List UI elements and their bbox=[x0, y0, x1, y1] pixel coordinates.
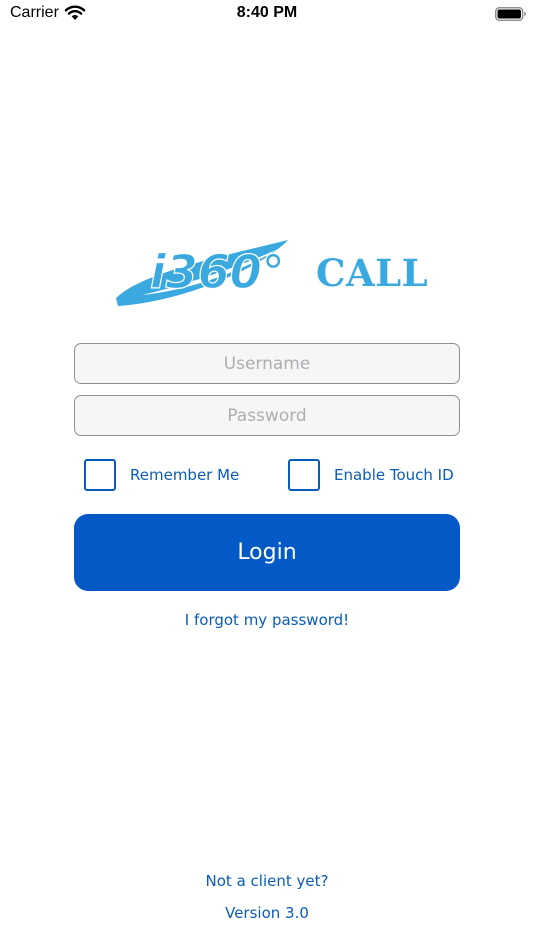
touch-id-label: Enable Touch ID bbox=[334, 466, 454, 484]
touch-id-checkbox[interactable] bbox=[288, 459, 320, 491]
remember-me-label: Remember Me bbox=[130, 466, 240, 484]
remember-me-checkbox[interactable] bbox=[84, 459, 116, 491]
not-a-client-link[interactable]: Not a client yet? bbox=[0, 872, 534, 890]
logo-title: CALL bbox=[316, 251, 429, 295]
remember-me-checkbox-row[interactable]: Remember Me bbox=[84, 457, 239, 493]
touch-id-checkbox-row[interactable]: Enable Touch ID bbox=[288, 457, 454, 493]
clock: 8:40 PM bbox=[236, 4, 298, 21]
login-button[interactable]: Login bbox=[74, 514, 460, 591]
logo-mark-text: i360° bbox=[150, 245, 285, 299]
password-input[interactable] bbox=[74, 395, 460, 436]
battery-icon bbox=[495, 7, 526, 21]
status-bar: Carrier 8:40 PM bbox=[0, 0, 534, 30]
i360-logo-mark: i360° bbox=[116, 240, 288, 306]
version-label: Version 3.0 bbox=[225, 904, 309, 922]
username-input[interactable] bbox=[74, 343, 460, 384]
forgot-password-link[interactable]: I forgot my password! bbox=[0, 611, 534, 629]
